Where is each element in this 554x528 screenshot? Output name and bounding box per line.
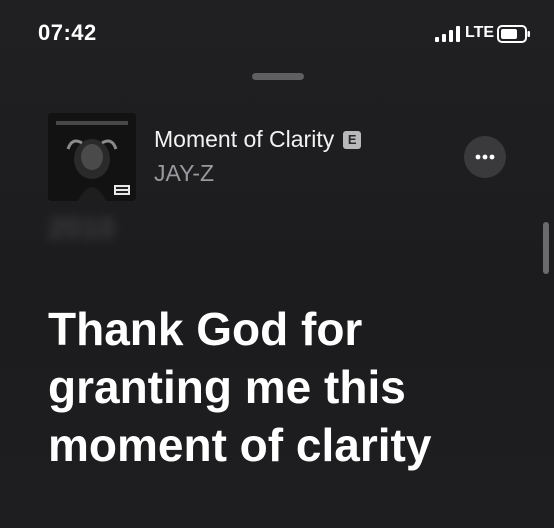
sheet-grabber-handle[interactable] [252, 73, 304, 80]
album-artwork[interactable] [48, 113, 136, 201]
track-title-row: Moment of Clarity E [154, 126, 362, 153]
album-artwork-image [48, 113, 136, 201]
signal-bars-icon [435, 26, 460, 42]
more-ellipsis-icon [475, 154, 495, 160]
battery-icon [497, 25, 530, 43]
artist-name[interactable]: JAY-Z [154, 160, 214, 187]
status-bar: 07:42 LTE [0, 0, 554, 70]
explicit-badge: E [343, 130, 362, 149]
previous-lyric-line[interactable]: 2010 [48, 212, 115, 246]
current-lyric-line[interactable]: Thank God for granting me this moment of… [48, 300, 518, 474]
scroll-indicator[interactable] [543, 222, 549, 274]
network-type-label: LTE [465, 24, 495, 41]
lyrics-screen: 07:42 LTE Moment of Clarity E JAY-Z 2010… [0, 0, 554, 528]
status-time: 07:42 [38, 20, 97, 45]
track-title: Moment of Clarity [154, 126, 335, 152]
more-options-button[interactable] [464, 136, 506, 178]
